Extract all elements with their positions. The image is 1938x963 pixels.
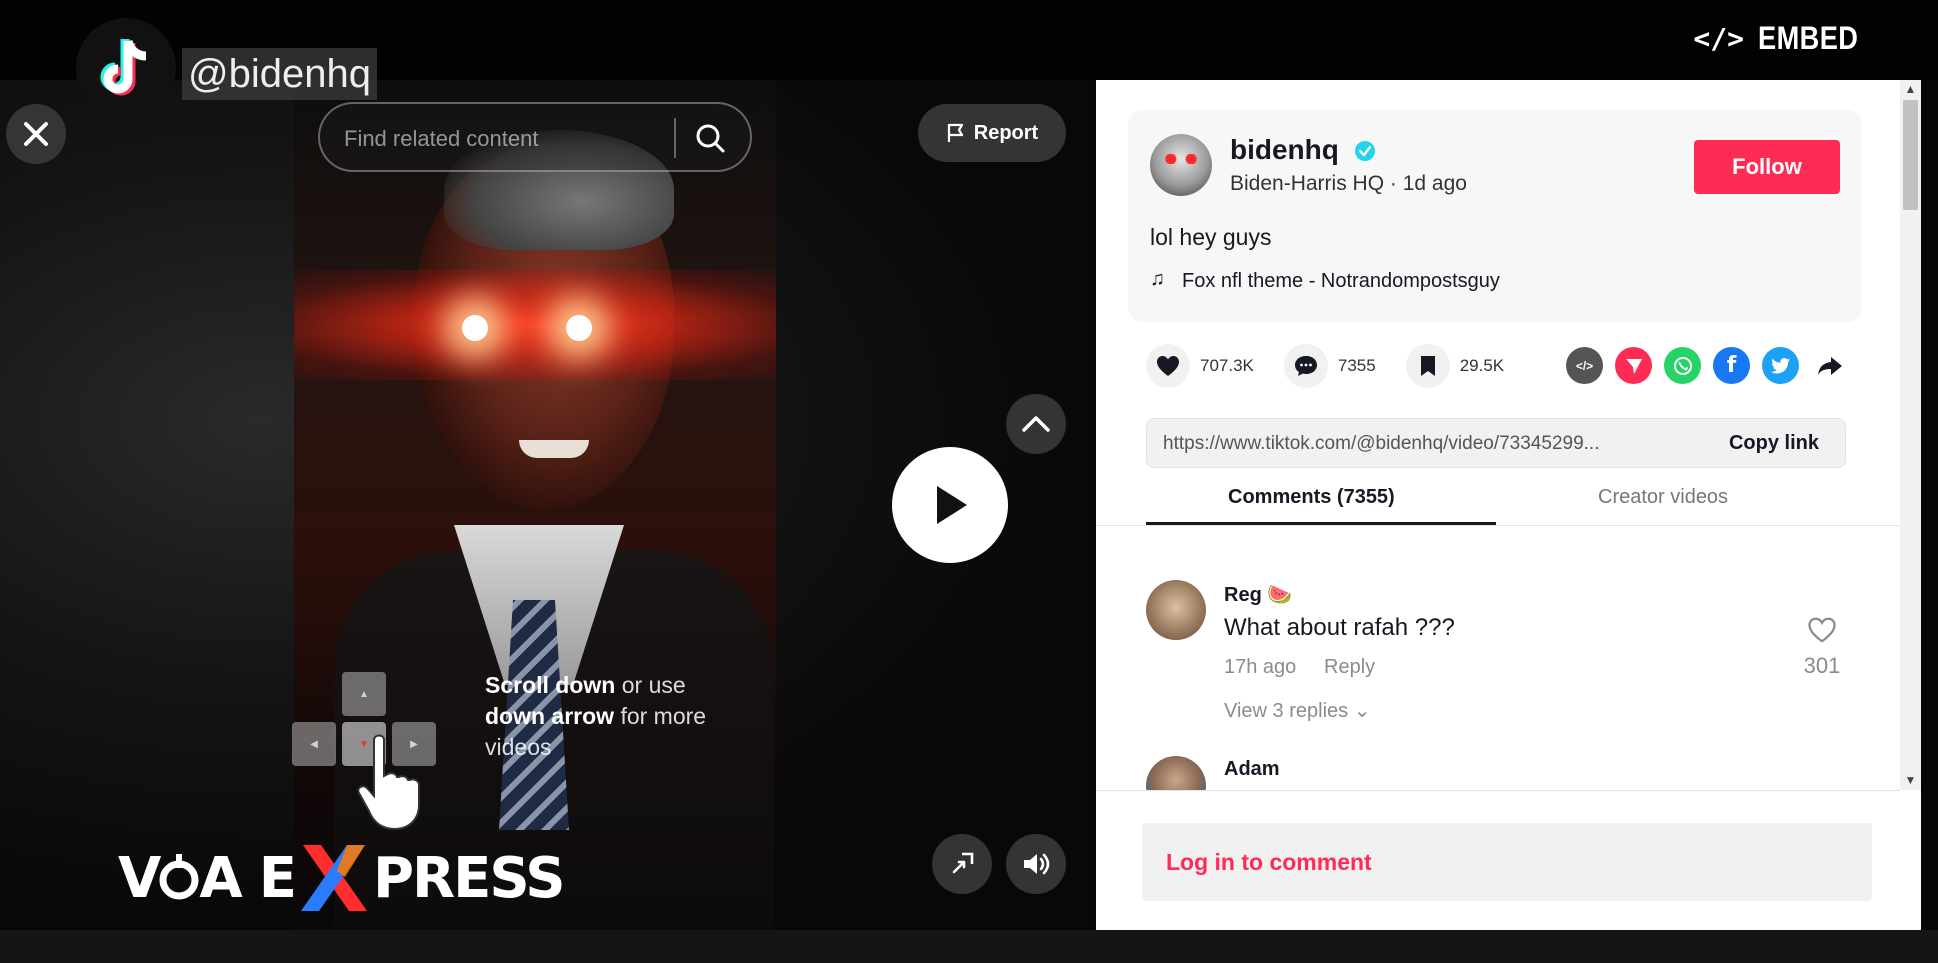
scroll-hint-text: Scroll down or use down arrow for more v… [485,672,707,760]
post-caption: lol hey guys [1150,224,1272,250]
bookmark-icon [1420,356,1435,376]
left-key-icon: ◀ [292,722,336,766]
comment-time: 17h ago [1224,656,1297,678]
previous-video-button[interactable] [1006,394,1066,454]
embed-label: EMBED [1757,20,1859,56]
laser-eyes-glow [294,270,776,380]
code-icon: </> [1693,22,1744,55]
laser-eye-left [462,315,488,341]
picture-in-picture-button[interactable] [932,834,992,894]
volume-button[interactable] [1006,834,1066,894]
voa-express-logo: V A E PRESS [118,845,566,911]
comment-item: Reg 🍉 What about rafah ??? 17h ago Reply… [1146,580,1846,723]
pip-icon [952,852,974,874]
whatsapp-icon[interactable] [1664,347,1701,384]
post-details-panel: ▲ ▼ bidenhq Biden-Harris HQ · 1d ago Fol… [1096,80,1921,930]
search-divider [674,118,676,158]
arrow-keys-hint: ▲ ◀ ▼ ▶ [292,672,438,831]
pointing-hand-icon [357,734,420,831]
twitter-icon[interactable] [1762,347,1799,384]
video-player[interactable]: Find related content Report ▲ ◀ ▼ ▶ Scro… [0,80,1095,930]
embed-share-icon[interactable]: </> [1566,347,1603,384]
embed-button[interactable]: </> EMBED [1693,20,1876,57]
comment-like-count: 301 [1803,653,1841,678]
comment-item: Adam [1146,756,1846,790]
comment-reply-button[interactable]: Reply [1324,656,1375,679]
comment-count: 7355 [1337,356,1376,375]
video-link-field[interactable]: https://www.tiktok.com/@bidenhq/video/73… [1146,418,1846,468]
tiktok-logo-icon [76,18,176,118]
login-to-comment-button[interactable]: Log in to comment [1142,823,1872,901]
report-label: Report [973,121,1039,144]
facebook-icon[interactable]: f [1713,347,1750,384]
laser-eye-right [566,315,592,341]
save-stat[interactable]: 29.5K [1405,344,1505,388]
like-stat[interactable]: 707.3K [1146,344,1254,388]
up-key-icon: ▲ [342,672,386,716]
comment-text: What about rafah ??? [1224,614,1455,641]
send-share-icon[interactable] [1615,347,1652,384]
comment-bubble-icon [1294,356,1317,376]
share-arrow-icon[interactable] [1811,347,1848,384]
music-title[interactable]: Fox nfl theme - Notrandompostsguy [1182,270,1500,293]
chevron-up-icon [1022,416,1050,432]
search-input[interactable]: Find related content [318,102,752,172]
video-image-smile [519,440,589,458]
play-button[interactable] [892,447,1008,563]
author-avatar[interactable] [1150,134,1212,196]
report-button[interactable]: Report [918,104,1066,162]
search-placeholder: Find related content [344,126,539,151]
author-username[interactable]: bidenhq [1230,134,1339,166]
view-replies-button[interactable]: View 3 replies ⌄ [1224,698,1370,723]
volume-icon [1024,853,1050,875]
window-edge [1921,80,1938,930]
screen: </> EMBED @bidenhq Find related content [0,0,1938,963]
close-icon [24,122,48,146]
search-icon[interactable] [692,120,730,158]
scroll-down-arrow-icon[interactable]: ▼ [1900,770,1921,790]
author-card: bidenhq Biden-Harris HQ · 1d ago Follow … [1128,110,1862,322]
panel-tabs: Comments (7355) Creator videos [1096,480,1900,526]
chevron-down-icon: ⌄ [1353,700,1371,722]
tab-comments[interactable]: Comments (7355) [1228,486,1395,509]
comment-avatar[interactable] [1146,580,1206,640]
panel-scrollbar[interactable]: ▲ ▼ [1900,80,1921,790]
engagement-stats: 707.3K 7355 29.5K [1146,342,1534,390]
video-link-url: https://www.tiktok.com/@bidenhq/video/73… [1163,433,1600,454]
comment-input-bar: Log in to comment [1096,790,1900,930]
comment-like-button[interactable]: 301 [1802,616,1842,679]
share-buttons: </> f [1566,347,1848,384]
close-button[interactable] [6,104,66,164]
window-bottom-edge [0,930,1938,963]
comment-stat[interactable]: 7355 [1283,344,1376,388]
comment-avatar[interactable] [1146,756,1206,790]
comment-username[interactable]: Adam [1224,758,1280,781]
music-note-icon: ♫ [1150,268,1165,290]
heart-outline-icon [1808,617,1836,643]
flag-icon [947,123,963,142]
verified-icon [1355,141,1375,161]
comment-username[interactable]: Reg 🍉 [1224,582,1292,607]
like-count: 707.3K [1200,356,1254,375]
account-handle: @bidenhq [182,48,377,100]
author-subtitle: Biden-Harris HQ · 1d ago [1230,172,1467,195]
heart-icon [1157,356,1179,376]
active-tab-indicator [1146,522,1496,525]
follow-button[interactable]: Follow [1694,140,1840,194]
tab-creator-videos[interactable]: Creator videos [1598,486,1728,509]
save-count: 29.5K [1459,356,1505,375]
copy-link-button[interactable]: Copy link [1729,432,1819,455]
scroll-up-arrow-icon[interactable]: ▲ [1900,80,1921,100]
scrollbar-thumb[interactable] [1903,100,1918,210]
play-icon [937,486,967,524]
